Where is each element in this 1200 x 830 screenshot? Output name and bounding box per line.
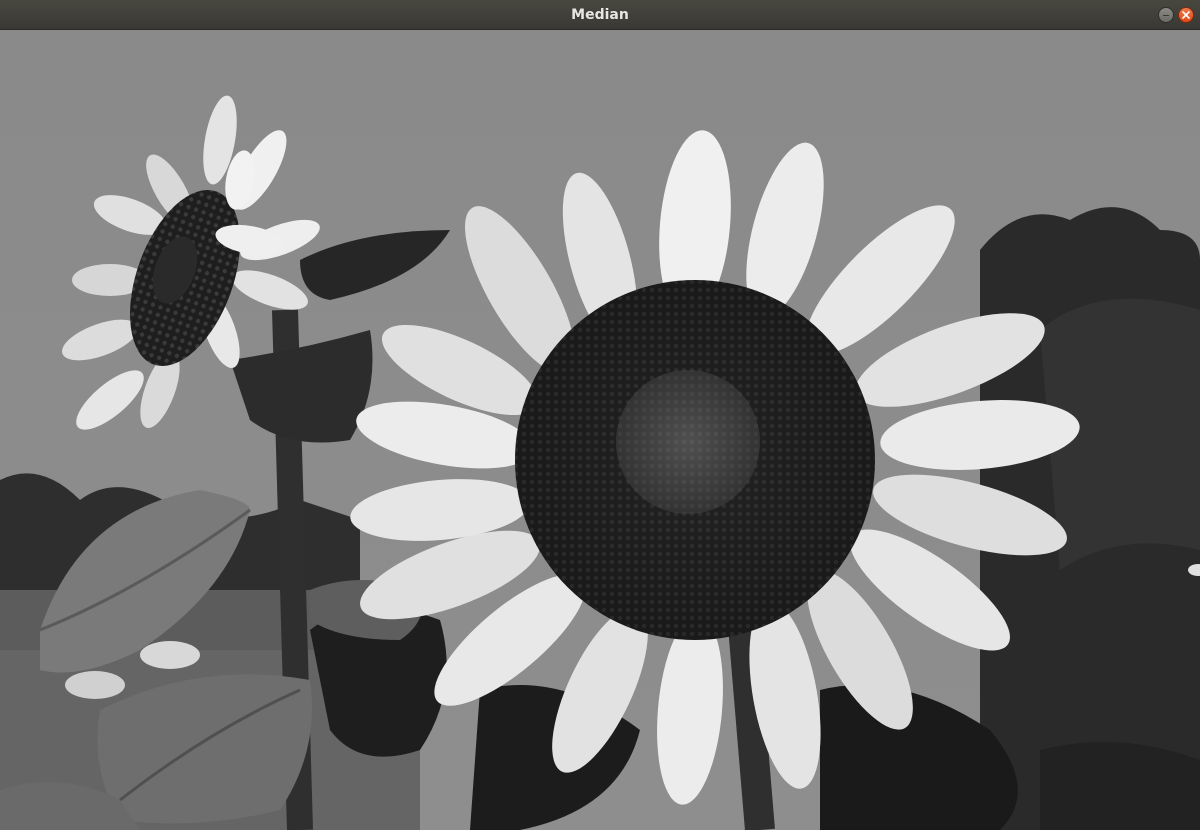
minimize-icon	[1163, 15, 1169, 16]
minimize-button[interactable]	[1158, 7, 1174, 23]
close-button[interactable]	[1178, 7, 1194, 23]
title-bar[interactable]: Median	[0, 0, 1200, 30]
sunflower-image	[0, 30, 1200, 830]
window-title: Median	[571, 7, 629, 23]
close-icon	[1182, 11, 1190, 19]
image-canvas[interactable]	[0, 30, 1200, 830]
app-window: Median	[0, 0, 1200, 830]
